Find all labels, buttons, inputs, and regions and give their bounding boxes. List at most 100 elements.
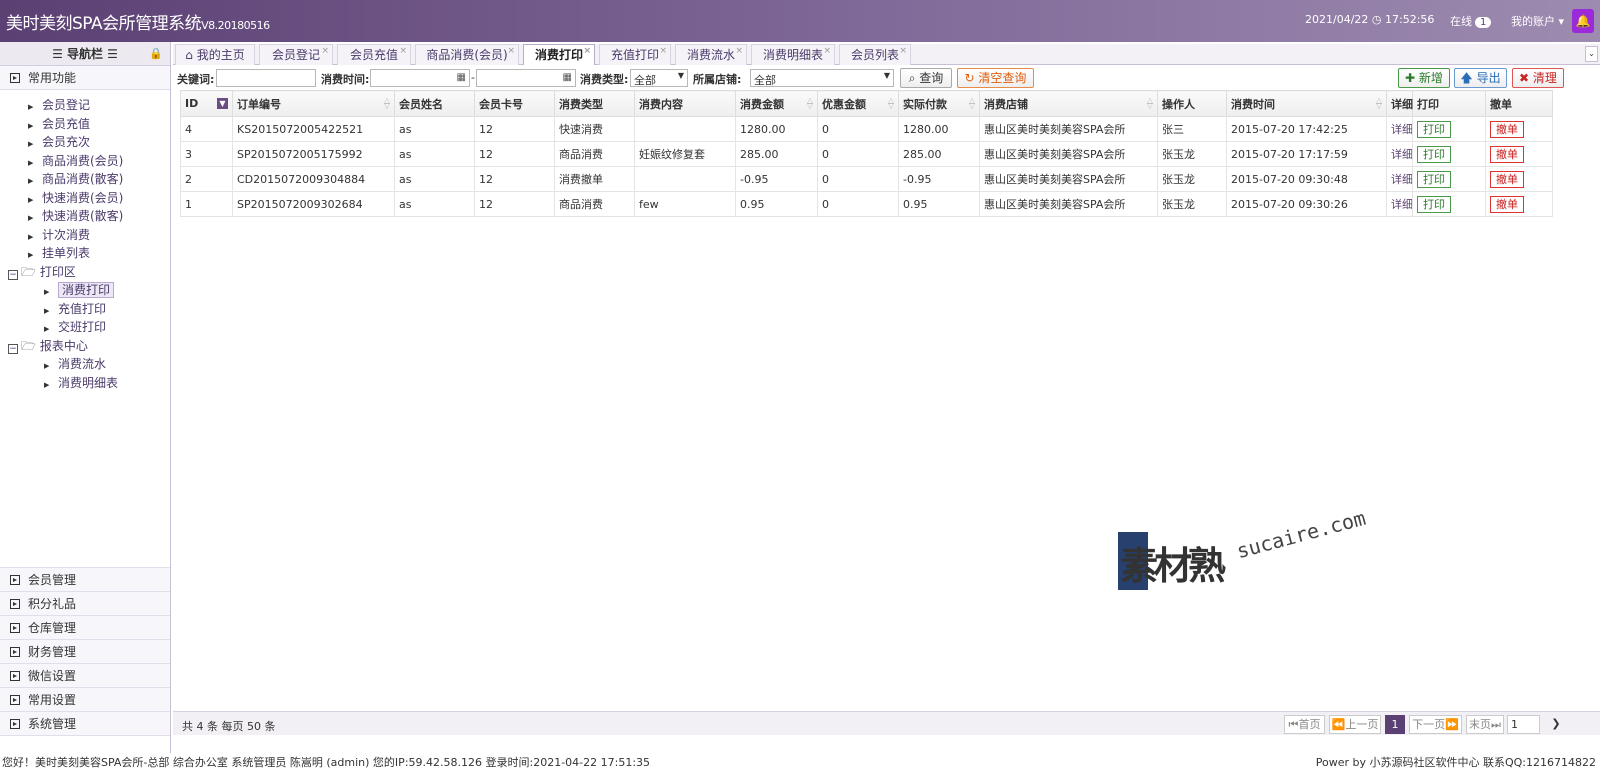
print-button[interactable]: 打印: [1417, 170, 1451, 188]
tab-recharge-print[interactable]: 充值打印 ×: [599, 44, 671, 65]
table-row[interactable]: 4 KS2015072005422521 as 12 快速消费 1280.00 …: [180, 116, 1553, 142]
tab-consume-print[interactable]: 消费打印 ×: [523, 44, 595, 65]
col-operator[interactable]: 操作人: [1157, 90, 1227, 117]
export-button[interactable]: 🡅 导出: [1454, 68, 1507, 88]
calendar-icon[interactable]: ▦: [457, 72, 466, 83]
lock-icon[interactable]: 🔒: [149, 42, 163, 66]
close-icon[interactable]: ×: [321, 41, 329, 61]
sidebar-section-finance[interactable]: 财务管理: [0, 640, 170, 664]
close-icon[interactable]: ×: [735, 41, 743, 61]
detail-link[interactable]: 详细: [1391, 173, 1412, 186]
type-select[interactable]: 全部 ▼: [630, 69, 688, 87]
account-menu[interactable]: 我的账户 ▾: [1511, 13, 1564, 29]
cell-print: 打印: [1412, 141, 1486, 167]
col-member-name[interactable]: 会员姓名: [394, 90, 475, 117]
detail-link[interactable]: 详细: [1391, 148, 1412, 161]
col-order-no[interactable]: 订单编号 △ ▽: [232, 90, 395, 117]
first-page-button[interactable]: ⏮首页: [1284, 715, 1325, 734]
tree-item-consume-detail[interactable]: ▶ 消费明细表: [0, 374, 170, 393]
col-consume-content[interactable]: 消费内容: [634, 90, 736, 117]
end-date-input[interactable]: ▦: [476, 69, 576, 87]
sidebar-section-settings[interactable]: 常用设置: [0, 688, 170, 712]
col-consume-type[interactable]: 消费类型: [554, 90, 635, 117]
next-page-button[interactable]: 下一页⏩: [1409, 715, 1462, 734]
prev-page-button[interactable]: ⏪上一页: [1329, 715, 1381, 734]
print-button[interactable]: 打印: [1417, 145, 1451, 163]
sidebar-section-member[interactable]: 会员管理: [0, 568, 170, 592]
sidebar-section-wechat[interactable]: 微信设置: [0, 664, 170, 688]
tab-consume-detail[interactable]: 消费明细表 ×: [751, 44, 835, 65]
table-row[interactable]: 2 CD2015072009304884 as 12 消费撤单 -0.95 0 …: [180, 166, 1553, 192]
tree-item-member-register[interactable]: ▶ 会员登记: [0, 96, 170, 115]
calendar-icon[interactable]: ▦: [563, 72, 572, 83]
col-amount[interactable]: 消费金额 △ ▽: [735, 90, 818, 117]
online-count-badge: 1: [1475, 17, 1492, 28]
detail-link[interactable]: 详细: [1391, 123, 1412, 136]
print-button[interactable]: 打印: [1417, 120, 1451, 138]
col-card-no[interactable]: 会员卡号: [474, 90, 555, 117]
tree-item-member-recharge[interactable]: ▶ 会员充值: [0, 115, 170, 134]
tree-item-count-consume[interactable]: ▶ 计次消费: [0, 226, 170, 245]
bell-icon[interactable]: 🔔: [1572, 9, 1594, 33]
cancel-order-button[interactable]: 撤单: [1490, 170, 1524, 188]
tab-home[interactable]: ⌂ 我的主页: [175, 44, 255, 65]
print-button[interactable]: 打印: [1417, 195, 1451, 213]
tab-consume-flow[interactable]: 消费流水 ×: [675, 44, 747, 65]
clean-button[interactable]: ✖ 清理: [1512, 68, 1564, 88]
table-row[interactable]: 1 SP2015072009302684 as 12 商品消费 few 0.95…: [180, 191, 1553, 217]
close-icon[interactable]: ×: [659, 41, 667, 61]
detail-link[interactable]: 详细: [1391, 198, 1412, 211]
tree-item-consume-print[interactable]: ▶ 消费打印: [0, 281, 170, 300]
store-select[interactable]: 全部 ▼: [750, 69, 894, 87]
close-icon[interactable]: ×: [507, 41, 515, 61]
start-date-input[interactable]: ▦: [370, 69, 470, 87]
current-page-button[interactable]: 1: [1385, 715, 1405, 734]
nav-tree: ▶ 会员登记 ▶ 会员充值 ▶ 会员充次 ▶ 商品消费(会员) ▶ 商品消费(散客) ▶ 快…: [0, 90, 170, 568]
tree-item-hold-list[interactable]: ▶ 挂单列表: [0, 244, 170, 263]
sidebar-section-warehouse[interactable]: 仓库管理: [0, 616, 170, 640]
tree-item-member-times[interactable]: ▶ 会员充次: [0, 133, 170, 152]
online-indicator[interactable]: 在线 1: [1450, 13, 1492, 29]
cancel-order-button[interactable]: 撤单: [1490, 195, 1524, 213]
tree-item-quick-member[interactable]: ▶ 快速消费(会员): [0, 189, 170, 208]
close-icon[interactable]: ×: [399, 41, 407, 61]
tree-group-reports[interactable]: − 🗁 报表中心: [0, 337, 170, 356]
search-button[interactable]: ⌕ 查询: [900, 68, 952, 88]
tree-item-consume-flow[interactable]: ▶ 消费流水: [0, 355, 170, 374]
cancel-order-button[interactable]: 撤单: [1490, 145, 1524, 163]
page-number-input[interactable]: 1: [1507, 715, 1540, 734]
sidebar-section-points[interactable]: 积分礼品: [0, 592, 170, 616]
column-label: 订单编号: [237, 97, 281, 111]
cancel-order-button[interactable]: 撤单: [1490, 120, 1524, 138]
sidebar-section-common[interactable]: 常用功能: [0, 66, 170, 90]
chevron-down-icon[interactable]: ⌄: [1585, 46, 1598, 62]
tree-group-print[interactable]: − 🗁 打印区: [0, 263, 170, 282]
close-icon[interactable]: ×: [823, 41, 831, 61]
col-paid[interactable]: 实际付款 △ ▽: [898, 90, 980, 117]
col-consume-time[interactable]: 消费时间 △ ▽: [1226, 90, 1387, 117]
keyword-input[interactable]: [216, 69, 316, 87]
col-id[interactable]: ID ▼: [180, 90, 233, 117]
tree-item-shift-print[interactable]: ▶ 交班打印: [0, 318, 170, 337]
table-row[interactable]: 3 SP2015072005175992 as 12 商品消费 妊娠纹修复套 2…: [180, 141, 1553, 167]
close-icon[interactable]: ×: [899, 41, 907, 61]
column-label: 消费店铺: [984, 97, 1028, 111]
tab-member-register[interactable]: 会员登记 ×: [259, 44, 333, 65]
sort-desc-icon[interactable]: ▼: [217, 98, 228, 109]
store-select-value: 全部: [754, 74, 776, 87]
tab-member-list[interactable]: 会员列表 ×: [839, 44, 911, 65]
add-button[interactable]: ✚ 新增: [1398, 68, 1450, 88]
tree-item-goods-guest[interactable]: ▶ 商品消费(散客): [0, 170, 170, 189]
tab-member-recharge[interactable]: 会员充值 ×: [337, 44, 411, 65]
last-page-button[interactable]: 末页⏭: [1466, 715, 1504, 734]
tab-goods-member[interactable]: 商品消费(会员) ×: [415, 44, 519, 65]
col-discount[interactable]: 优惠金额 △ ▽: [817, 90, 899, 117]
col-store[interactable]: 消费店铺 △ ▽: [979, 90, 1158, 117]
go-page-icon[interactable]: ❯: [1544, 715, 1568, 734]
tree-item-goods-member[interactable]: ▶ 商品消费(会员): [0, 152, 170, 171]
sidebar-section-system[interactable]: 系统管理: [0, 712, 170, 736]
tree-item-quick-guest[interactable]: ▶ 快速消费(散客): [0, 207, 170, 226]
close-icon[interactable]: ×: [583, 41, 591, 61]
tree-item-recharge-print[interactable]: ▶ 充值打印: [0, 300, 170, 319]
clear-query-button[interactable]: ↻ 清空查询: [957, 68, 1034, 88]
